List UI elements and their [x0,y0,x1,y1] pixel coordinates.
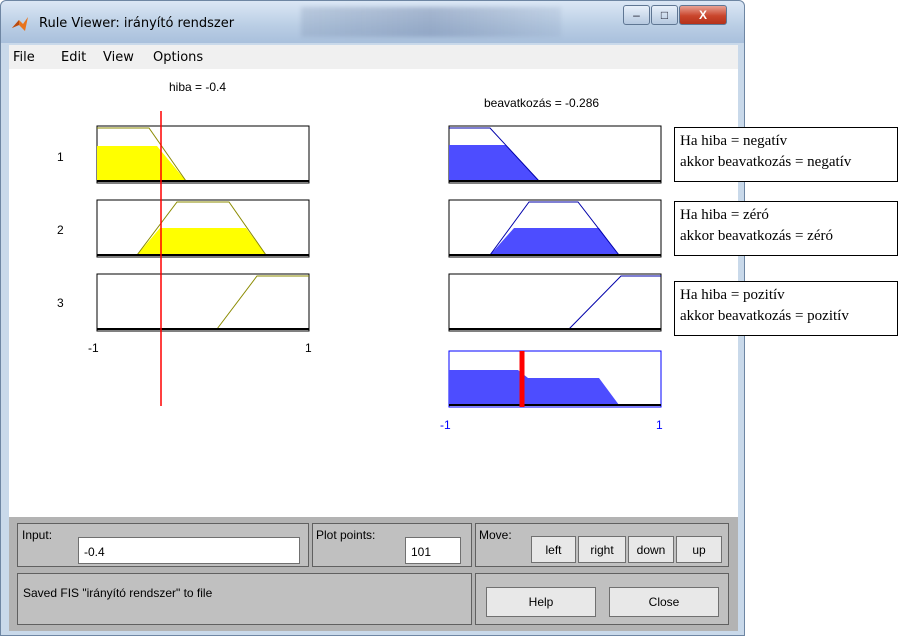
output-mf-zero[interactable] [448,199,662,258]
help-close-group: Help Close [475,573,729,625]
output-axis-min: -1 [440,418,451,432]
rule-3-consequence: akkor beavatkozás = pozitív [680,308,849,324]
move-left-button[interactable]: left [531,536,576,563]
rule-number-2: 2 [57,223,64,237]
rule-plot-area: hiba = -0.4 beavatkozás = -0.286 1 2 3 -… [9,69,738,517]
rule-annotation-1: Ha hiba = negatív akkor beavatkozás = ne… [674,127,898,182]
rule-plot-svg[interactable]: hiba = -0.4 beavatkozás = -0.286 1 2 3 -… [9,69,738,517]
plot-points-group: Plot points: 101 [312,523,472,567]
menu-edit[interactable]: Edit [61,50,86,65]
output-axis-max: 1 [656,418,663,432]
menu-bar: File Edit View Options [9,45,738,69]
output-title: beavatkozás = -0.286 [484,96,599,110]
plot-points-field[interactable]: 101 [405,537,461,564]
input-title: hiba = -0.4 [169,80,226,94]
menu-file[interactable]: File [13,50,35,65]
status-text: Saved FIS "irányító rendszer" to file [23,586,213,600]
output-mf-negative[interactable] [448,125,662,184]
input-mf-negative[interactable] [96,125,310,184]
move-up-button[interactable]: up [676,536,722,563]
rule-3-condition: Ha hiba = pozitív [680,287,785,303]
input-label: Input: [22,528,53,542]
help-button[interactable]: Help [486,587,596,617]
rule-number-3: 3 [57,296,64,310]
rule-viewer-window: Rule Viewer: irányító rendszer – □ X Fil… [0,0,745,636]
aggregated-output[interactable] [448,350,662,408]
input-axis-min: -1 [88,341,99,355]
rule-2-condition: Ha hiba = zéró [680,207,769,223]
rule-number-1: 1 [57,150,64,164]
rule-annotation-2: Ha hiba = zéró akkor beavatkozás = zéró [674,201,898,256]
rule-annotation-3: Ha hiba = pozitív akkor beavatkozás = po… [674,281,898,336]
control-panel: Input: -0.4 Plot points: 101 Move: left … [9,517,738,631]
move-label: Move: [479,528,512,542]
matlab-logo-icon [12,17,28,31]
output-mf-positive[interactable] [448,273,662,332]
close-window-button[interactable]: X [679,5,727,25]
minimize-button[interactable]: – [623,5,650,25]
input-mf-positive[interactable] [96,273,310,332]
maximize-button[interactable]: □ [651,5,678,25]
window-title: Rule Viewer: irányító rendszer [39,16,235,31]
input-mf-zero[interactable] [96,199,310,258]
move-down-button[interactable]: down [628,536,674,563]
input-field[interactable]: -0.4 [78,537,300,564]
rule-1-condition: Ha hiba = negatív [680,133,788,149]
rule-1-consequence: akkor beavatkozás = negatív [680,154,852,170]
plot-points-label: Plot points: [316,528,376,542]
blurred-background [301,7,561,37]
input-axis-max: 1 [305,341,312,355]
title-bar[interactable]: Rule Viewer: irányító rendszer – □ X [1,1,744,43]
status-group: Saved FIS "irányító rendszer" to file [17,573,472,625]
move-group: Move: left right down up [475,523,729,567]
rule-2-consequence: akkor beavatkozás = zéró [680,228,833,244]
move-right-button[interactable]: right [578,536,626,563]
input-group: Input: -0.4 [17,523,309,567]
menu-view[interactable]: View [103,50,134,65]
menu-options[interactable]: Options [153,50,203,65]
close-button[interactable]: Close [609,587,719,617]
